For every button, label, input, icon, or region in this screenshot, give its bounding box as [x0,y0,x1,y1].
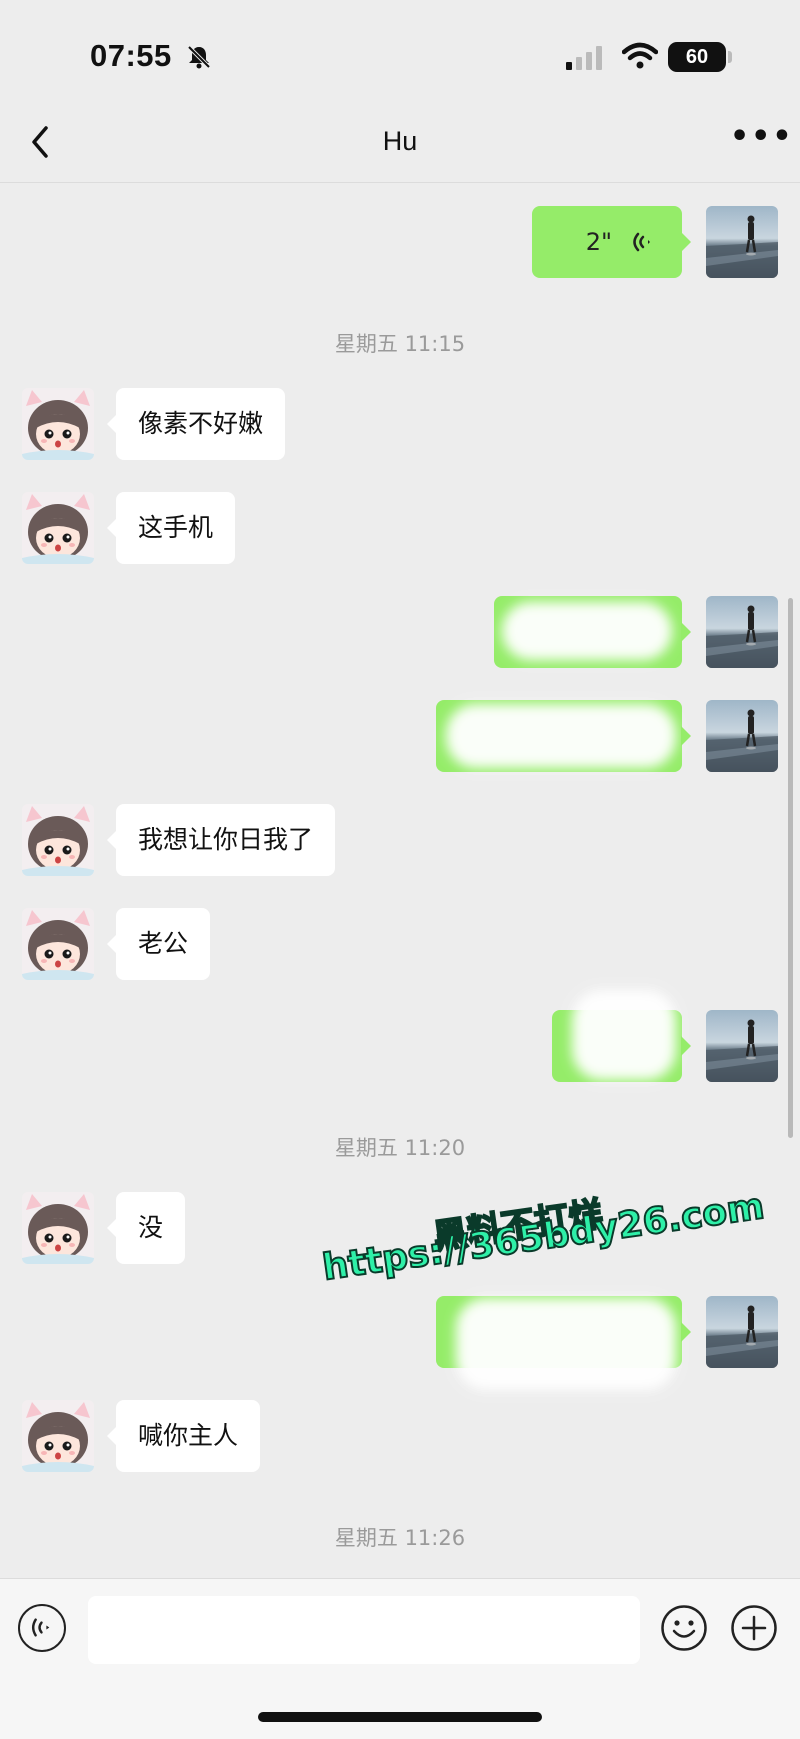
message-input[interactable] [88,1596,640,1664]
contact-avatar[interactable] [22,1400,94,1472]
message-bubble[interactable]: 我想让你日我了 [106,804,336,876]
more-icon[interactable]: ••• [730,122,792,156]
voice-message-bubble[interactable]: 2" [532,206,691,278]
timestamp: 星期五 11:26 [334,1526,466,1550]
message-bubble[interactable]: 像素不好嫩 [106,388,286,460]
battery-indicator: 60 [668,42,726,72]
contact-avatar[interactable] [22,908,94,980]
voice-duration: 2" [585,228,612,256]
emoji-icon[interactable] [660,1604,708,1652]
timestamp: 星期五 11:15 [334,332,466,356]
home-indicator[interactable] [258,1712,542,1722]
voice-wave-icon [633,232,650,252]
message-bubble-redacted[interactable] [436,1296,691,1390]
voice-input-icon [31,1618,50,1637]
self-avatar[interactable] [706,700,778,772]
self-avatar[interactable] [706,1296,778,1368]
message-bubble-redacted[interactable] [552,990,691,1082]
message-bubble-redacted[interactable] [436,700,691,772]
scrollbar[interactable] [788,598,793,1138]
self-avatar[interactable] [706,596,778,668]
voice-input-button[interactable] [18,1604,66,1652]
contact-avatar[interactable] [22,388,94,460]
timestamp: 星期五 11:20 [334,1136,466,1160]
contact-avatar[interactable] [22,804,94,876]
message-bubble[interactable]: 没 [106,1192,186,1264]
message-bubble[interactable]: 喊你主人 [106,1400,261,1472]
message-bubble[interactable]: 这手机 [106,492,236,564]
self-avatar[interactable] [706,206,778,278]
battery-tip [728,51,732,63]
plus-icon[interactable] [730,1604,778,1652]
message-bubble[interactable]: 老公 [106,908,211,980]
status-time: 07:55 [90,38,172,73]
self-avatar[interactable] [706,1010,778,1082]
silent-bell-icon [187,45,211,69]
wifi-icon [622,42,658,69]
signal-icon [566,46,602,70]
message-bubble-redacted[interactable] [494,596,691,668]
contact-avatar[interactable] [22,1192,94,1264]
contact-avatar[interactable] [22,492,94,564]
chat-title: Hu [382,126,418,156]
